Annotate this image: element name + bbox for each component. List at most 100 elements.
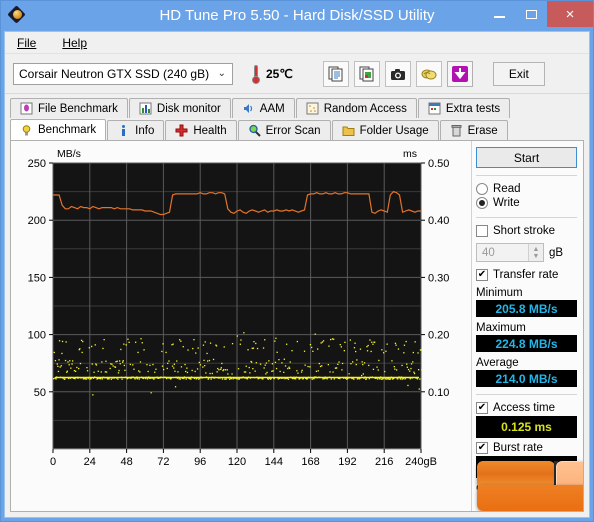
burst-rate-value bbox=[476, 456, 577, 478]
tab-extra-tests-label: Extra tests bbox=[445, 102, 501, 115]
svg-text:50: 50 bbox=[34, 387, 46, 399]
checkbox-short-stroke[interactable] bbox=[476, 225, 488, 237]
tab-benchmark-label: Benchmark bbox=[38, 124, 97, 136]
hdtune-diamond-icon bbox=[7, 5, 27, 25]
temperature-value: 25℃ bbox=[266, 66, 293, 81]
start-button[interactable]: Start bbox=[476, 147, 577, 168]
drive-select[interactable]: Corsair Neutron GTX SSD (240 gB) ⌄ bbox=[13, 62, 233, 85]
radio-read[interactable] bbox=[476, 183, 488, 195]
svg-text:200: 200 bbox=[28, 215, 46, 227]
checkbox-access-time[interactable]: ✔ bbox=[476, 402, 488, 414]
short-stroke-row[interactable]: Short stroke bbox=[476, 225, 577, 237]
download-arrow-icon[interactable] bbox=[446, 60, 473, 87]
exit-button[interactable]: Exit bbox=[492, 61, 545, 86]
access-time-row[interactable]: ✔ Access time bbox=[476, 402, 577, 414]
tab-disk-monitor-label: Disk monitor bbox=[156, 102, 221, 115]
svg-text:144: 144 bbox=[265, 456, 283, 468]
benchmark-panel: MB/s ms 50 100 150 200 250 0.10 0.20 0.30 0.40 0.50… bbox=[10, 140, 584, 512]
radio-write-label: Write bbox=[493, 197, 520, 209]
short-stroke-stepper-row: 40 ▲ ▼ gB bbox=[476, 243, 577, 262]
close-button[interactable]: × bbox=[547, 1, 593, 27]
tab-error-scan-label: Error Scan bbox=[265, 124, 321, 137]
maximum-value: 224.8 MB/s bbox=[476, 335, 577, 352]
menu-help[interactable]: Help bbox=[58, 34, 91, 52]
menu-file[interactable]: File bbox=[13, 34, 40, 52]
svg-text:ms: ms bbox=[403, 148, 417, 160]
disk-monitor-icon bbox=[139, 102, 152, 115]
tab-file-benchmark[interactable]: File Benchmark bbox=[10, 98, 128, 118]
svg-text:MB/s: MB/s bbox=[57, 148, 81, 160]
tab-info[interactable]: Info bbox=[107, 120, 165, 140]
svg-text:48: 48 bbox=[120, 456, 132, 468]
short-stroke-stepper[interactable]: 40 ▲ ▼ bbox=[476, 243, 544, 262]
svg-text:0.30: 0.30 bbox=[428, 272, 449, 284]
copy-image-icon[interactable] bbox=[353, 60, 380, 87]
app-window: HD Tune Pro 5.50 - Hard Disk/SSD Utility… bbox=[0, 0, 594, 522]
svg-text:100: 100 bbox=[28, 330, 46, 342]
tab-random-access[interactable]: Random Access bbox=[295, 98, 417, 118]
stepper-up[interactable]: ▲ bbox=[533, 246, 540, 253]
tab-erase-label: Erase bbox=[467, 124, 498, 137]
window-controls: × bbox=[483, 1, 593, 27]
svg-text:72: 72 bbox=[157, 456, 169, 468]
tab-aam-label: AAM bbox=[259, 102, 285, 115]
radio-write[interactable] bbox=[476, 197, 488, 209]
stepper-arrows[interactable]: ▲ ▼ bbox=[528, 244, 543, 261]
tab-error-scan[interactable]: Error Scan bbox=[237, 120, 331, 140]
title-bar: HD Tune Pro 5.50 - Hard Disk/SSD Utility… bbox=[1, 1, 593, 31]
transfer-rate-row[interactable]: ✔ Transfer rate bbox=[476, 269, 577, 281]
tab-health[interactable]: Health bbox=[165, 120, 237, 140]
svg-text:192: 192 bbox=[338, 456, 356, 468]
svg-text:168: 168 bbox=[301, 456, 319, 468]
client-area: File Help Corsair Neutron GTX SSD (240 g… bbox=[4, 31, 590, 518]
svg-text:0.20: 0.20 bbox=[428, 330, 449, 342]
gold-coins-icon[interactable] bbox=[415, 60, 442, 87]
cpu-label: C bbox=[476, 483, 485, 495]
control-panel: Start Read Write Short stroke 40 ▲ ▼ gB … bbox=[471, 141, 583, 511]
stepper-down[interactable]: ▼ bbox=[533, 253, 540, 260]
divider bbox=[476, 217, 577, 218]
tab-benchmark[interactable]: Benchmark bbox=[10, 119, 107, 140]
menu-bar: File Help bbox=[5, 32, 589, 54]
drive-select-value: Corsair Neutron GTX SSD (240 gB) bbox=[19, 66, 210, 81]
minimize-button[interactable] bbox=[483, 1, 515, 27]
checkbox-burst-rate[interactable]: ✔ bbox=[476, 442, 488, 454]
toolbar-buttons bbox=[322, 60, 473, 87]
burst-rate-row[interactable]: ✔ Burst rate bbox=[476, 442, 577, 454]
average-label: Average bbox=[476, 357, 519, 369]
short-stroke-label: Short stroke bbox=[493, 225, 555, 237]
tab-folder-usage[interactable]: Folder Usage bbox=[331, 120, 439, 140]
tab-extra-tests[interactable]: Extra tests bbox=[417, 98, 511, 118]
copy-text-icon[interactable] bbox=[322, 60, 349, 87]
maximize-button[interactable] bbox=[515, 1, 547, 27]
magnifier-icon bbox=[248, 124, 261, 137]
svg-text:120: 120 bbox=[228, 456, 246, 468]
radio-read-label: Read bbox=[493, 183, 521, 195]
svg-text:0.50: 0.50 bbox=[428, 158, 449, 170]
svg-text:240gB: 240gB bbox=[405, 456, 437, 468]
chevron-down-icon: ⌄ bbox=[217, 67, 226, 79]
svg-text:250: 250 bbox=[28, 158, 46, 170]
folder-icon bbox=[342, 126, 355, 136]
tab-health-label: Health bbox=[193, 124, 227, 137]
divider bbox=[476, 394, 577, 395]
divider bbox=[476, 175, 577, 176]
tab-info-label: Info bbox=[135, 124, 155, 137]
minimum-value: 205.8 MB/s bbox=[476, 300, 577, 317]
tab-disk-monitor[interactable]: Disk monitor bbox=[128, 98, 231, 118]
maximum-label: Maximum bbox=[476, 322, 526, 334]
short-stroke-value: 40 bbox=[482, 246, 495, 259]
checkbox-transfer-rate[interactable]: ✔ bbox=[476, 269, 488, 281]
tab-random-access-label: Random Access bbox=[323, 102, 407, 115]
mode-write-row[interactable]: Write bbox=[476, 197, 577, 209]
tab-aam[interactable]: AAM bbox=[231, 98, 295, 118]
tab-erase[interactable]: Erase bbox=[439, 120, 508, 140]
info-icon bbox=[122, 125, 126, 136]
tab-row-1: File Benchmark Disk monitor AAM Random A… bbox=[10, 97, 584, 118]
svg-text:24: 24 bbox=[84, 456, 96, 468]
benchmark-chart: MB/s ms 50 100 150 200 250 0.10 0.20 0.30 0.40 0.50… bbox=[11, 141, 471, 511]
mode-read-row[interactable]: Read bbox=[476, 183, 577, 195]
temperature-indicator: 25℃ bbox=[251, 64, 293, 84]
access-time-label: Access time bbox=[493, 402, 555, 414]
screenshot-camera-icon[interactable] bbox=[384, 60, 411, 87]
